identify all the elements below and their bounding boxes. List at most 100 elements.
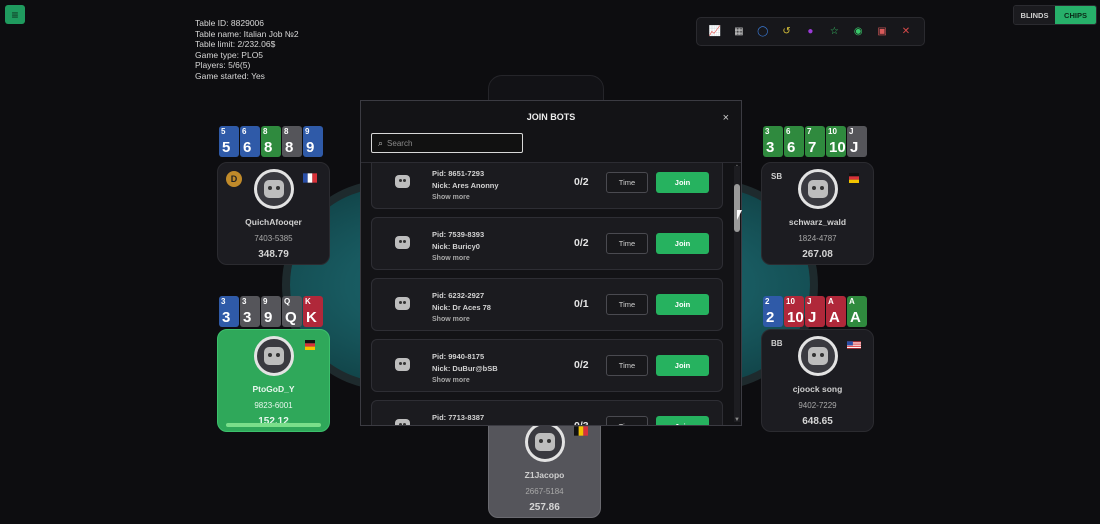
scrollbar-thumb[interactable] (734, 184, 740, 232)
history-icon[interactable]: ↺ (780, 25, 794, 39)
card-rank-large: 10 (829, 139, 846, 156)
playing-card: QQ (282, 296, 302, 327)
bot-nick: Nick: DuBur@bSB (432, 364, 498, 373)
time-button[interactable]: Time (606, 416, 648, 425)
bot-seat-count: 0/2 (574, 237, 589, 249)
wallet-icon[interactable]: ▣ (875, 25, 889, 39)
playing-card: JJ (847, 126, 867, 157)
bot-pid: Pid: 7539-8393 (432, 230, 485, 239)
bot-row: Pid: 6232-2927 Nick: Dr Aces 78 Show more 0… (371, 278, 723, 331)
card-rank-large: 3 (766, 139, 775, 156)
show-more-link[interactable]: Show more (432, 377, 470, 384)
bot-nick: Nick: Ares Anonny (432, 181, 499, 190)
avatar (525, 422, 565, 462)
playing-card: KK (303, 296, 323, 327)
seat-mid-right[interactable]: BB cjoock song 9402-7229 648.65 (761, 329, 874, 432)
card-rank-large: A (829, 309, 840, 326)
card-rank-large: 3 (243, 309, 252, 326)
table-limit: Table limit: 2/232.06$ (195, 39, 276, 50)
join-button[interactable]: Join (656, 172, 709, 193)
card-rank-large: 9 (306, 139, 315, 156)
chat-icon[interactable]: ◯ (756, 25, 770, 39)
robot-icon (808, 347, 828, 365)
scroll-down-icon[interactable]: ▼ (734, 417, 740, 423)
time-button[interactable]: Time (606, 233, 648, 254)
card-rank: 10 (828, 127, 837, 136)
playing-card: 99 (261, 296, 281, 327)
seat-top-left[interactable]: D QuichAfooqer 7403-5385 348.79 (217, 162, 330, 265)
seat-top-right[interactable]: SB schwarz_wald 1824-4787 267.08 (761, 162, 874, 265)
bot-avatar-icon (393, 294, 411, 312)
player-stack: 267.08 (802, 249, 833, 260)
blinds-chips-toggle: BLINDS CHIPS (1013, 5, 1097, 25)
card-rank-large: 7 (808, 139, 817, 156)
show-more-link[interactable]: Show more (432, 255, 470, 262)
join-button[interactable]: Join (656, 355, 709, 376)
seat-bottom[interactable]: Z1Jacopo 2667-5184 257.86 (488, 415, 601, 518)
card-rank: Q (284, 297, 291, 306)
seat-mid-left[interactable]: PtoGoD_Y 9823-6001 152.12 (217, 329, 330, 432)
blinds-option[interactable]: BLINDS (1014, 6, 1055, 24)
bot-pid: Pid: 8651-7293 (432, 169, 485, 178)
players-count: Players: 5/6(5) (195, 60, 251, 71)
join-button[interactable]: Join (656, 416, 709, 425)
playing-card: 22 (763, 296, 783, 327)
player-stack: 257.86 (529, 502, 560, 513)
search-icon: ⌕ (378, 137, 384, 148)
chart-icon[interactable]: 📈 (708, 25, 722, 39)
bot-pid: Pid: 9940-8175 (432, 352, 485, 361)
robot-icon (394, 296, 410, 310)
playing-card: 10 10 (826, 126, 846, 157)
robot-icon (394, 174, 410, 188)
scrollbar[interactable] (734, 166, 740, 422)
card-rank: 8 (263, 127, 268, 136)
playing-card: 99 (303, 126, 323, 157)
hand-mid-right: 2 2 10 10 J J A A A A (763, 296, 867, 327)
hand-top-left: 5566888899 (219, 126, 323, 157)
bot-avatar-icon (393, 416, 411, 425)
bot-row: Pid: 7713-8387Nick: F-PRAEDShow more0/3T… (371, 400, 723, 425)
calculator-icon[interactable]: ▦ (732, 25, 746, 39)
card-rank-large: 8 (285, 139, 294, 156)
card-rank-large: J (850, 139, 859, 156)
table-toolbar: 📈 ▦ ◯ ↺ ● ☆ ◉ ▣ ✕ (696, 17, 925, 46)
chips-option[interactable]: CHIPS (1055, 6, 1096, 24)
bot-icon[interactable]: ● (803, 25, 817, 39)
france-flag-icon (303, 173, 317, 183)
bot-avatar-icon (393, 355, 411, 373)
robot-icon (264, 347, 284, 365)
card-rank-large: 3 (222, 309, 231, 326)
close-icon[interactable]: × (723, 112, 729, 124)
playing-card: 55 (219, 126, 239, 157)
time-button[interactable]: Time (606, 172, 648, 193)
eye-icon[interactable]: ◉ (851, 25, 865, 39)
star-icon[interactable]: ☆ (827, 25, 841, 39)
close-icon[interactable]: ✕ (899, 25, 913, 39)
card-rank-large: 5 (222, 139, 231, 156)
mouse-cursor (737, 210, 742, 220)
search-input[interactable] (387, 138, 508, 148)
player-name: cjoock song (792, 384, 843, 394)
robot-icon (264, 180, 284, 198)
card-rank-large: J (808, 309, 817, 326)
show-more-link[interactable]: Show more (432, 316, 470, 323)
card-rank: 3 (242, 297, 247, 306)
join-button[interactable]: Join (656, 294, 709, 315)
join-button[interactable]: Join (656, 233, 709, 254)
time-button[interactable]: Time (606, 355, 648, 376)
playing-card: JJ (805, 296, 825, 327)
card-rank: 9 (305, 127, 310, 136)
card-rank-large: 10 (787, 309, 804, 326)
time-button[interactable]: Time (606, 294, 648, 315)
player-name: Z1Jacopo (524, 470, 565, 480)
card-rank-large: 6 (243, 139, 252, 156)
menu-button[interactable]: ≡ (5, 5, 25, 24)
bot-list: Pid: 8651-7293 Nick: Ares Anonny Show more… (371, 163, 723, 425)
player-name: QuichAfooqer (245, 217, 302, 227)
avatar (254, 169, 294, 209)
player-pid: 1824-4787 (798, 234, 837, 243)
show-more-link[interactable]: Show more (432, 194, 470, 201)
playing-card: AA (847, 296, 867, 327)
hamburger-icon: ≡ (11, 7, 19, 22)
table-info: Table ID: 8829006 Table name: Italian Jo… (195, 18, 299, 82)
